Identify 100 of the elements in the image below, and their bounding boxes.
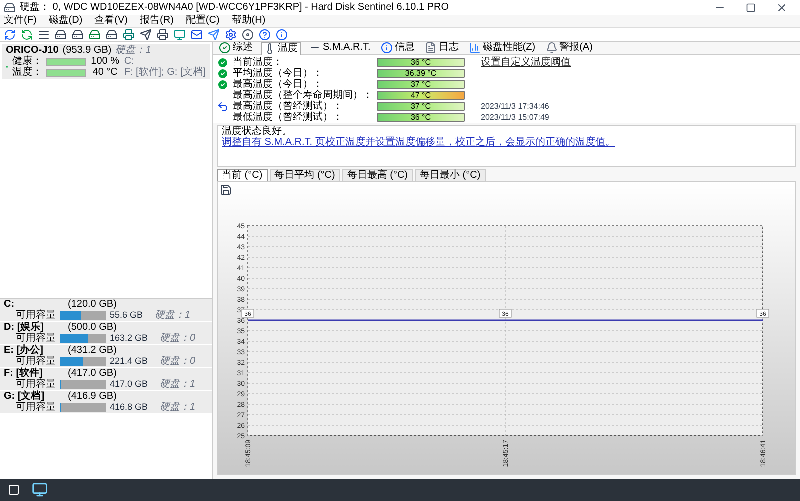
disk-number: 硬盘：0 [160, 356, 196, 367]
refresh-icon[interactable] [4, 28, 16, 40]
temperature-value: 37 °C [410, 102, 432, 110]
temperature-label: 最高温度（今日）： [233, 78, 324, 90]
disk-number: 硬盘：1 [155, 310, 191, 321]
hard-drive-icon[interactable] [55, 28, 67, 40]
list-icon[interactable] [38, 28, 50, 40]
health-value: 100 % [90, 56, 120, 67]
health-bar [46, 58, 86, 66]
temperature-label: 最高温度（曾经测试）： [233, 100, 344, 112]
send-icon[interactable] [140, 28, 152, 40]
health-label: 健康： [12, 56, 42, 67]
free-space-label: 可用容量 [16, 356, 56, 367]
free-space-value: 163.2 GB [110, 333, 148, 344]
chart-tab[interactable]: 每日最小 (°C) [415, 169, 486, 181]
menu-item[interactable]: 配置(C) [186, 15, 220, 27]
tab[interactable]: 警报(A) [544, 42, 595, 54]
temperature-value: 36 °C [410, 114, 432, 122]
volume-card[interactable]: D: [娱乐] (500.0 GB) 可用容量 163.2 GB 硬盘：0 [0, 322, 212, 344]
settings-icon[interactable] [225, 28, 237, 40]
hard-drive-icon[interactable] [106, 28, 118, 40]
disk-card[interactable]: ORICO-J10 (953.9 GB) 硬盘：1 健康： 100 % C: 温度： 40 °C F: [软件]; G: [文档] [2, 44, 210, 79]
monitor-icon[interactable] [174, 28, 186, 40]
disc-icon[interactable] [242, 28, 254, 40]
temperature-value: 36 °C [410, 58, 432, 66]
menu-item[interactable]: 帮助(H) [232, 15, 266, 27]
disk-size: (953.9 GB) [62, 45, 112, 56]
volume-size: (431.2 GB) [68, 345, 117, 356]
temperature-label: 最低温度（曾经测试）： [233, 111, 344, 125]
free-space-label: 可用容量 [16, 402, 56, 413]
tab[interactable]: 磁盘性能(Z) [466, 42, 538, 54]
volume-card[interactable]: F: [软件] (417.0 GB) 可用容量 417.0 GB 硬盘：1 [0, 368, 212, 390]
chart-tab[interactable]: 每日最高 (°C) [342, 169, 414, 181]
volume-size: (500.0 GB) [68, 322, 117, 333]
reset-icon[interactable] [217, 100, 229, 112]
temperature-value: 37 °C [410, 80, 432, 88]
volume-name: C: [4, 299, 16, 310]
threshold-link[interactable]: 设置自定义温度阈值 [481, 55, 571, 70]
volume-card[interactable]: G: [文档] (416.9 GB) 可用容量 416.8 GB 硬盘：1 [0, 391, 212, 413]
window-title: 硬盘： 0, WDC WD10EZEX-08WN4A0 [WD-WCC6Y1PF3KRP] - Hard Disk Sentinel 6.10.1 PRO [20, 1, 450, 14]
free-space-label: 可用容量 [16, 333, 56, 344]
menu-item[interactable]: 磁盘(D) [48, 15, 83, 27]
menu-item[interactable]: 文件(F) [4, 15, 37, 27]
menu-item[interactable]: 报告(R) [140, 15, 174, 27]
status-text: 温度状态良好。 [222, 126, 293, 137]
printer-icon[interactable] [123, 28, 135, 40]
bar-chart-icon [468, 42, 481, 54]
volume-size: (416.9 GB) [68, 391, 117, 402]
free-space-value: 416.8 GB [110, 402, 148, 413]
chart-tab[interactable]: 每日平均 (°C) [270, 169, 340, 181]
volume-name: D: [娱乐] [4, 322, 44, 333]
tab[interactable]: S.M.A.R.T. [307, 42, 373, 54]
volume-name: G: [文档] [4, 391, 45, 402]
temperature-label: 最高温度（整个寿命周期间）： [233, 89, 373, 101]
temperature-value: 40 °C [92, 67, 119, 78]
calibration-link[interactable]: 调整自有 S.M.A.R.T. 页校正温度并设置温度偏移量，校正之后，会显示的正确的温度值。 [222, 137, 791, 148]
save-icon[interactable] [220, 184, 232, 196]
chart-tab[interactable]: 当前 (°C) [217, 169, 268, 181]
temperature-label: 当前温度： [233, 56, 284, 68]
mail-icon[interactable] [191, 28, 203, 40]
volume-size: (417.0 GB) [68, 368, 117, 379]
drive-letters: C: [124, 56, 134, 67]
disk-number: 硬盘：1 [160, 379, 196, 390]
disk-name: ORICO-J10 [6, 45, 59, 56]
info-icon [380, 42, 393, 54]
volume-card[interactable]: E: [办公] (431.2 GB) 可用容量 221.4 GB 硬盘：0 [0, 345, 212, 367]
tab[interactable]: 日志 [422, 42, 461, 54]
start-icon[interactable] [8, 484, 20, 496]
temperature-value: 47 °C [410, 92, 432, 100]
disk-number: 硬盘：0 [160, 333, 196, 344]
volume-size: (120.0 GB) [68, 299, 117, 310]
bell-icon [546, 42, 558, 54]
hard-drive-icon[interactable] [72, 28, 84, 40]
app-icon[interactable] [32, 482, 48, 498]
volume-name: F: [软件] [4, 368, 43, 379]
tab[interactable]: 信息 [378, 42, 417, 54]
volume-card[interactable]: C: (120.0 GB) 可用容量 55.6 GB 硬盘：1 [0, 299, 212, 321]
timestamp: 2023/11/3 15:07:49 [481, 112, 550, 124]
disk-number: 硬盘：1 [116, 45, 152, 56]
timestamp: 2023/11/3 17:34:46 [481, 100, 550, 112]
temperature-bar [46, 68, 86, 76]
temperature-value: 36.39 °C [405, 70, 437, 78]
hard-drive-icon [4, 2, 16, 14]
printer-icon[interactable] [157, 28, 169, 40]
maximize-icon[interactable] [746, 2, 756, 12]
drive-letters: F: [软件]; G: [文档] [124, 67, 206, 78]
close-icon[interactable] [776, 2, 788, 14]
temperature-label: 平均温度（今日）： [233, 66, 324, 79]
temperature-label: 温度： [12, 67, 42, 78]
menu-item[interactable]: 查看(V) [94, 15, 128, 27]
hard-drive-icon[interactable] [89, 28, 101, 40]
free-space-value: 55.6 GB [110, 310, 144, 321]
refresh-icon[interactable] [21, 28, 33, 40]
free-space-value: 417.0 GB [110, 379, 148, 390]
help-icon[interactable] [259, 28, 271, 40]
tab[interactable]: 温度 [261, 42, 301, 54]
free-space-label: 可用容量 [16, 379, 56, 390]
free-space-value: 221.4 GB [110, 356, 148, 367]
tab[interactable]: 综述 [217, 42, 255, 54]
info-icon[interactable] [276, 28, 288, 40]
